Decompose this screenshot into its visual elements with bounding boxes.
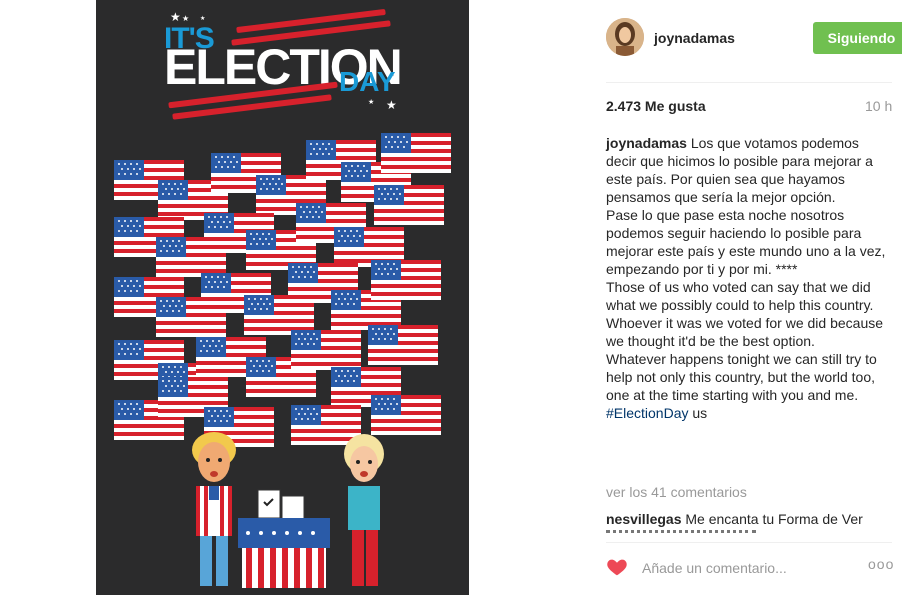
comment-overflow	[606, 530, 888, 536]
caption-text: Los que votamos podemos decir que hicimo…	[606, 135, 886, 403]
day-text: DAY	[339, 66, 396, 97]
comment-username[interactable]: nesvillegas	[606, 511, 682, 527]
flags-grid	[114, 133, 451, 447]
ballot-box	[238, 489, 330, 588]
post-details-panel: joynadamas Siguiendo 2.473 Me gusta 10 h…	[590, 0, 902, 610]
caption-username[interactable]: joynadamas	[606, 135, 687, 151]
avatar-image	[606, 18, 644, 56]
more-options-icon[interactable]: ooo	[868, 556, 894, 572]
divider	[606, 542, 892, 543]
caption-trail: us	[692, 405, 708, 421]
username-link[interactable]: joynadamas	[654, 30, 735, 46]
star-icon: ★	[368, 99, 375, 106]
star-icon: ★	[200, 16, 206, 22]
comment-item: nesvillegas Me encanta tu Forma de Ver	[606, 510, 888, 528]
right-candidate-figure	[344, 434, 384, 586]
view-all-comments-link[interactable]: ver los 41 comentarios	[606, 484, 747, 500]
election-day-title: ★ ★ ★ IT'S ELECTION DAY ★ ★	[96, 0, 469, 125]
caption: joynadamas Los que votamos podemos decir…	[606, 134, 888, 422]
likes-count[interactable]: 2.473 Me gusta	[606, 98, 706, 114]
post-header: joynadamas Siguiendo	[606, 14, 902, 62]
avatar[interactable]	[606, 18, 644, 56]
following-button[interactable]: Siguiendo	[813, 22, 902, 54]
comment-text: Me encanta tu Forma de Ver	[685, 511, 863, 527]
post-image[interactable]: ★ ★ ★ IT'S ELECTION DAY ★ ★	[96, 0, 469, 595]
left-candidate-figure	[192, 432, 236, 586]
candidates-ballot-scene	[192, 432, 384, 588]
post-time[interactable]: 10 h	[865, 98, 892, 114]
hashtag-link[interactable]: #ElectionDay	[606, 405, 689, 421]
post-actions: ooo	[606, 552, 896, 582]
divider	[606, 82, 892, 83]
like-heart-icon[interactable]	[606, 556, 628, 578]
add-comment-input[interactable]	[640, 556, 854, 580]
star-icon: ★	[386, 98, 397, 112]
